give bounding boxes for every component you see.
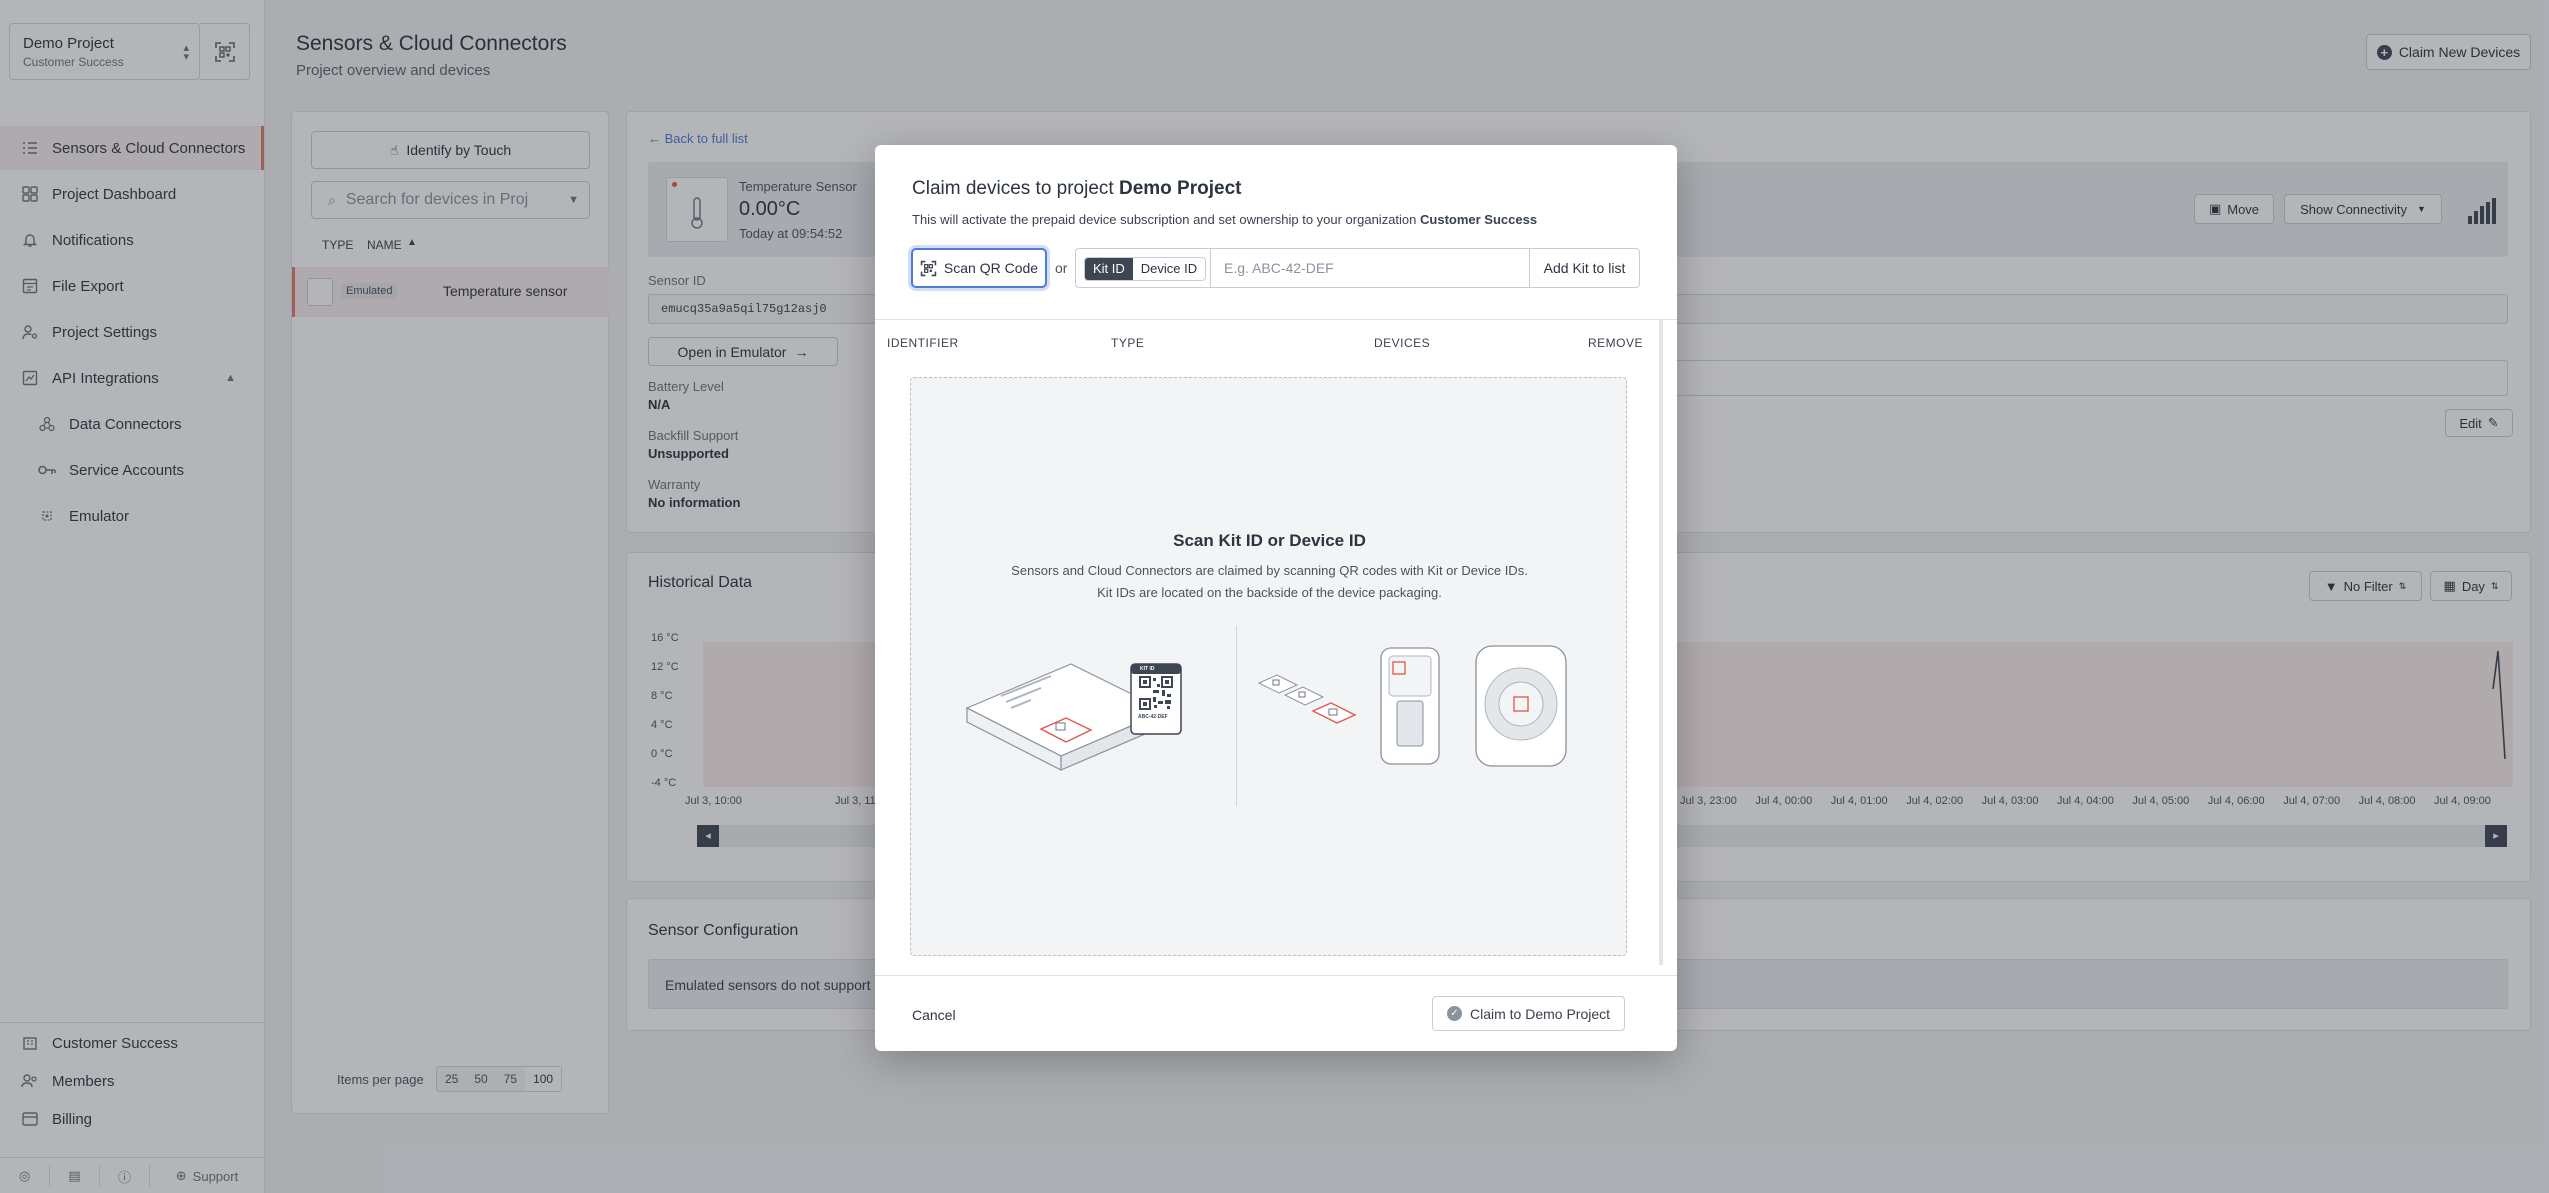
or-label: or bbox=[1055, 260, 1068, 276]
modal-footer-divider bbox=[875, 975, 1677, 976]
check-circle-icon: ✓ bbox=[1446, 1006, 1462, 1021]
kit-tag-label: KIT ID bbox=[1140, 666, 1155, 672]
cancel-button[interactable]: Cancel bbox=[912, 1007, 956, 1023]
modal-desc-org: Customer Success bbox=[1420, 212, 1538, 227]
modal-title-prefix: Claim devices to project bbox=[912, 178, 1114, 199]
id-entry-group: Kit ID Device ID Add Kit to list bbox=[1075, 248, 1640, 288]
add-kit-button[interactable]: Add Kit to list bbox=[1529, 249, 1639, 287]
kit-tag-code: ABC-42-DEF bbox=[1138, 714, 1168, 720]
scan-qr-label: Scan QR Code bbox=[943, 260, 1039, 276]
claim-to-project-button[interactable]: ✓ Claim to Demo Project bbox=[1432, 996, 1625, 1031]
col-remove: REMOVE bbox=[1588, 336, 1644, 350]
scan-drop-zone: Scan Kit ID or Device ID Sensors and Clo… bbox=[910, 377, 1627, 956]
modal-desc-prefix: This will activate the prepaid device su… bbox=[912, 212, 1417, 227]
id-type-toggle: Kit ID Device ID bbox=[1084, 257, 1207, 281]
modal-title: Claim devices to project Demo Project bbox=[912, 178, 1241, 200]
col-identifier: IDENTIFIER bbox=[887, 336, 959, 350]
cloud-connector-illustration bbox=[1380, 647, 1440, 765]
claim-devices-modal: Claim devices to project Demo Project Th… bbox=[875, 145, 1677, 1051]
claim-label: Claim to Demo Project bbox=[1469, 1005, 1611, 1022]
sensor-strips-illustration bbox=[1257, 674, 1357, 724]
qr-scan-icon bbox=[920, 260, 937, 276]
modal-title-project: Demo Project bbox=[1118, 178, 1242, 199]
modal-description: This will activate the prepaid device su… bbox=[912, 212, 1537, 227]
col-devices: DEVICES bbox=[1374, 336, 1431, 350]
kit-id-toggle[interactable]: Kit ID bbox=[1085, 258, 1133, 280]
drop-text-2: Kit IDs are located on the backside of t… bbox=[1097, 585, 1442, 600]
kit-id-input[interactable] bbox=[1224, 249, 1544, 287]
col-type: TYPE bbox=[1111, 336, 1145, 350]
drop-text-1: Sensors and Cloud Connectors are claimed… bbox=[1011, 563, 1528, 578]
modal-scrollbar[interactable] bbox=[1659, 320, 1663, 965]
drop-title: Scan Kit ID or Device ID bbox=[1173, 531, 1366, 550]
sensor-device-illustration bbox=[1475, 645, 1567, 767]
divider bbox=[1210, 249, 1211, 287]
device-id-toggle[interactable]: Device ID bbox=[1133, 258, 1205, 280]
modal-divider bbox=[875, 319, 1677, 320]
illustration-divider bbox=[1236, 626, 1237, 806]
qr-code-icon bbox=[1139, 676, 1173, 710]
scan-qr-code-button[interactable]: Scan QR Code bbox=[911, 248, 1047, 288]
